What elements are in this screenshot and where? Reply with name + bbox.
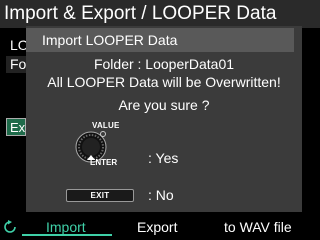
yes-label: : Yes: [148, 150, 179, 166]
dialog-title: Import LOOPER Data: [42, 32, 178, 48]
exit-button[interactable]: EXIT: [66, 189, 134, 202]
exit-button-label: EXIT: [90, 191, 110, 200]
page-title: Import & Export / LOOPER Data: [4, 3, 277, 24]
tab-import[interactable]: Import: [46, 219, 86, 235]
tab-to-wav[interactable]: to WAV file: [224, 219, 292, 235]
title-bar: Import & Export / LOOPER Data: [0, 0, 320, 28]
no-label: : No: [148, 187, 174, 203]
tab-export[interactable]: Export: [137, 219, 177, 235]
active-tab-underline: [22, 234, 112, 236]
bottom-tab-bar: Import Export to WAV file: [0, 216, 320, 240]
folder-line: Folder : LooperData01: [93, 56, 235, 72]
screen: Import & Export / LOOPER Data LO Fo Ex I…: [0, 0, 320, 240]
enter-label: ENTER: [90, 158, 118, 167]
refresh-icon[interactable]: [3, 220, 17, 234]
dialog-header: Import LOOPER Data: [26, 28, 294, 52]
warning-line: All LOOPER Data will be Overwritten!: [47, 74, 281, 90]
background-button-label: Ex: [10, 120, 26, 135]
value-label: VALUE: [92, 121, 120, 130]
confirm-dialog: Import LOOPER Data Folder : LooperData01…: [26, 26, 302, 212]
background-row-label: Fo: [10, 56, 27, 72]
confirm-question: Are you sure ?: [118, 97, 210, 113]
background-button[interactable]: Ex: [6, 118, 26, 136]
